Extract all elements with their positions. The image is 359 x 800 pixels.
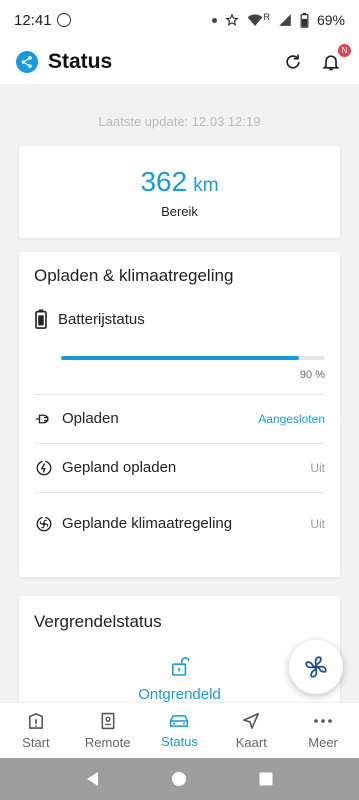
scheduled-climate-icon [34, 515, 54, 533]
roaming-indicator: R [263, 12, 270, 22]
nav-remote-label: Remote [84, 734, 131, 750]
scheduled-climate-label: Geplande klimaatregeling [62, 514, 233, 532]
status-icons: R 69% [212, 12, 345, 28]
range-value: 362 km [140, 166, 218, 198]
scheduled-climate-row[interactable]: Geplande klimaatregeling Uit [34, 492, 325, 554]
remote-icon [101, 712, 115, 729]
car-icon [170, 714, 189, 727]
nav-kaart-label: Kaart [235, 734, 267, 750]
app-bar: Status N [0, 40, 359, 84]
battery-status-label: Batterijstatus [58, 310, 145, 328]
battery-progress-fill [61, 356, 299, 360]
back-icon[interactable] [86, 771, 100, 787]
nav-kaart[interactable]: Kaart [215, 703, 287, 758]
bell-icon [322, 55, 340, 71]
star-icon [225, 13, 240, 26]
charging-climate-card: Opladen & klimaatregeling Batterijstatus… [19, 252, 340, 577]
nav-meer[interactable]: Meer [287, 703, 359, 758]
scheduled-charging-row[interactable]: Gepland opladen Uit [34, 443, 325, 492]
home-icon[interactable] [171, 771, 187, 787]
nav-start[interactable]: Start [0, 703, 72, 758]
lock-status-card: Vergrendelstatus Ontgrendeld [19, 596, 340, 702]
plug-icon [34, 412, 54, 426]
unlocked-icon [34, 656, 325, 676]
scheduled-climate-value: Uit [310, 516, 325, 531]
last-update-text: Laatste update: 12.03 12:19 [98, 114, 261, 129]
scheduled-charging-label: Gepland opladen [62, 459, 177, 476]
range-card: 362 km Bereik [19, 146, 340, 238]
range-label: Bereik [161, 203, 198, 219]
battery-status-row: Batterijstatus [34, 309, 325, 329]
share-icon[interactable] [16, 51, 38, 73]
fan-icon [305, 656, 327, 678]
signal-icon [279, 14, 291, 26]
nav-remote[interactable]: Remote [72, 703, 144, 758]
charging-label: Opladen [62, 410, 119, 427]
lock-status-text[interactable]: Ontgrendeld [34, 686, 325, 702]
charging-card-title: Opladen & klimaatregeling [34, 266, 234, 285]
system-navigation-bar [0, 758, 359, 800]
recents-icon[interactable] [259, 772, 273, 786]
lock-card-title: Vergrendelstatus [34, 612, 162, 631]
whatsapp-icon [56, 13, 71, 27]
navigation-arrow-icon [243, 712, 260, 729]
nav-status[interactable]: Status [144, 703, 216, 758]
nav-start-label: Start [22, 734, 50, 750]
scheduled-charging-icon [34, 459, 54, 477]
battery-percent-text: 90 % [299, 369, 325, 381]
battery-progress-bar [61, 356, 325, 360]
system-status-bar: 12:41 R 69% [0, 0, 359, 40]
refresh-icon[interactable] [283, 52, 303, 72]
nav-meer-label: Meer [308, 734, 338, 750]
battery-status-icon [35, 309, 47, 329]
nav-status-label: Status [161, 733, 198, 749]
status-content[interactable]: Laatste update: 12.03 12:19 362 km Bereik… [0, 84, 359, 702]
range-number: 362 [140, 165, 188, 197]
charging-value: Aangesloten [258, 412, 325, 426]
scheduled-charging-value: Uit [310, 461, 325, 475]
more-dots-icon [314, 718, 332, 723]
battery-icon [300, 12, 309, 28]
notification-dot-icon [212, 17, 218, 23]
page-title: Status [48, 50, 113, 73]
range-unit: km [193, 174, 219, 196]
notifications-button[interactable]: N [321, 44, 351, 73]
climate-fab[interactable] [289, 640, 343, 694]
notification-badge: N [338, 44, 351, 57]
clock: 12:41 [14, 11, 52, 29]
bottom-navigation: Start Remote Status Kaart Meer [0, 702, 359, 758]
start-icon [28, 712, 43, 729]
battery-percent: 69% [316, 12, 345, 28]
charging-row[interactable]: Opladen Aangesloten [34, 394, 325, 443]
wifi-icon [248, 14, 263, 26]
